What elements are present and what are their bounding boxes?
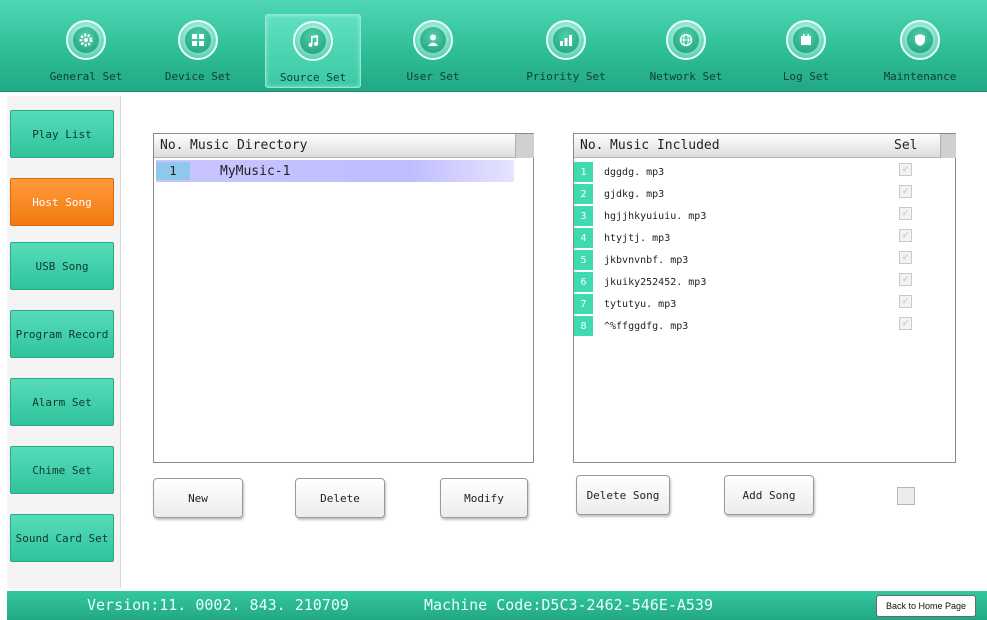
included-header: No. Music Included Sel	[574, 134, 940, 158]
song-row[interactable]: 4 htyjtj. mp3 ✓	[574, 227, 934, 249]
song-checkbox[interactable]: ✓	[899, 185, 912, 198]
col-no-header: No.	[160, 138, 184, 153]
song-checkbox[interactable]: ✓	[899, 229, 912, 242]
tab-label: Source Set	[279, 71, 347, 84]
tab-label: Network Set	[649, 70, 723, 83]
song-name: hgjjhkyuiuiu. mp3	[604, 210, 707, 222]
tab-label: Priority Set	[526, 70, 606, 83]
row-number: 1	[574, 162, 593, 182]
row-number: 5	[574, 250, 593, 270]
sidebar-item-alarm-set[interactable]: Alarm Set	[10, 378, 114, 426]
shield-icon	[900, 20, 940, 60]
sidebar-item-program-record[interactable]: Program Record	[10, 310, 114, 358]
row-number: 6	[574, 272, 593, 292]
sidebar-item-host-song[interactable]: Host Song	[10, 178, 114, 226]
delete-song-button[interactable]: Delete Song	[576, 475, 670, 515]
add-song-button[interactable]: Add Song	[724, 475, 814, 515]
song-row[interactable]: 7 tytutyu. mp3 ✓	[574, 293, 934, 315]
gear-icon	[66, 20, 106, 60]
directory-header: No. Music Directory	[154, 134, 515, 158]
tab-source-set[interactable]: Source Set	[265, 14, 361, 88]
song-name: jkbvnvnbf. mp3	[604, 254, 689, 266]
header-scroll-corner	[940, 134, 956, 158]
song-name: dggdg. mp3	[604, 166, 665, 178]
status-bar: Version:11. 0002. 843. 210709 Machine Co…	[7, 591, 987, 620]
modify-button[interactable]: Modify	[440, 478, 528, 518]
directory-row[interactable]: 1 MyMusic-1	[156, 160, 514, 182]
song-name: htyjtj. mp3	[604, 232, 671, 244]
user-icon	[413, 20, 453, 60]
music-note-icon	[293, 21, 333, 61]
sidebar-item-play-list[interactable]: Play List	[10, 110, 114, 158]
version-text: Version:11. 0002. 843. 210709	[87, 596, 349, 614]
back-to-home-button[interactable]: Back to Home Page	[876, 595, 976, 617]
row-number: 7	[574, 294, 593, 314]
tab-device-set[interactable]: Device Set	[150, 14, 246, 88]
tab-priority-set[interactable]: Priority Set	[518, 14, 614, 88]
col-sel-header: Sel	[894, 138, 918, 153]
song-checkbox[interactable]: ✓	[899, 251, 912, 264]
sidebar: Play List Host Song USB Song Program Rec…	[7, 96, 121, 588]
col-music-included-header: Music Included	[610, 138, 720, 153]
song-row[interactable]: 6 jkuiky252452. mp3 ✓	[574, 271, 934, 293]
delete-button[interactable]: Delete	[295, 478, 385, 518]
globe-icon	[666, 20, 706, 60]
song-row[interactable]: 5 jkbvnvnbf. mp3 ✓	[574, 249, 934, 271]
sidebar-item-usb-song[interactable]: USB Song	[10, 242, 114, 290]
tab-log-set[interactable]: Log Set	[758, 14, 854, 88]
song-checkbox[interactable]: ✓	[899, 295, 912, 308]
col-music-directory-header: Music Directory	[190, 138, 308, 153]
song-name: ^%ffggdfg. mp3	[604, 320, 689, 332]
tab-label: Device Set	[164, 70, 232, 83]
row-number: 4	[574, 228, 593, 248]
row-number: 8	[574, 316, 593, 336]
song-name: tytutyu. mp3	[604, 298, 677, 310]
sidebar-item-chime-set[interactable]: Chime Set	[10, 446, 114, 494]
song-row[interactable]: 2 gjdkg. mp3 ✓	[574, 183, 934, 205]
tab-label: General Set	[49, 70, 123, 83]
tab-user-set[interactable]: User Set	[385, 14, 481, 88]
tab-label: User Set	[406, 70, 460, 83]
tab-network-set[interactable]: Network Set	[638, 14, 734, 88]
row-number: 2	[574, 184, 593, 204]
song-name: gjdkg. mp3	[604, 188, 665, 200]
tab-label: Maintenance	[883, 70, 957, 83]
tab-general-set[interactable]: General Set	[38, 14, 134, 88]
calendar-icon	[786, 20, 826, 60]
music-directory-panel: No. Music Directory 1 MyMusic-1	[153, 133, 534, 463]
new-button[interactable]: New	[153, 478, 243, 518]
col-no-header: No.	[580, 138, 604, 153]
header-scroll-corner	[515, 134, 534, 158]
song-checkbox[interactable]: ✓	[899, 317, 912, 330]
machine-code-text: Machine Code:D5C3-2462-546E-A539	[424, 596, 713, 614]
song-row[interactable]: 3 hgjjhkyuiuiu. mp3 ✓	[574, 205, 934, 227]
song-checkbox[interactable]: ✓	[899, 163, 912, 176]
tab-maintenance[interactable]: Maintenance	[872, 14, 968, 88]
select-all-checkbox[interactable]	[897, 487, 915, 505]
song-name: jkuiky252452. mp3	[604, 276, 707, 288]
bar-chart-icon	[546, 20, 586, 60]
sidebar-item-sound-card-set[interactable]: Sound Card Set	[10, 514, 114, 562]
song-checkbox[interactable]: ✓	[899, 273, 912, 286]
directory-name: MyMusic-1	[220, 163, 291, 179]
row-number: 3	[574, 206, 593, 226]
song-row[interactable]: 8 ^%ffggdfg. mp3 ✓	[574, 315, 934, 337]
top-toolbar: General Set Device Set Source Set User S…	[0, 0, 987, 92]
tab-label: Log Set	[782, 70, 830, 83]
row-number: 1	[156, 162, 190, 180]
song-checkbox[interactable]: ✓	[899, 207, 912, 220]
song-row[interactable]: 1 dggdg. mp3 ✓	[574, 161, 934, 183]
music-included-panel: No. Music Included Sel 1 dggdg. mp3 ✓ 2 …	[573, 133, 956, 463]
device-grid-icon	[178, 20, 218, 60]
